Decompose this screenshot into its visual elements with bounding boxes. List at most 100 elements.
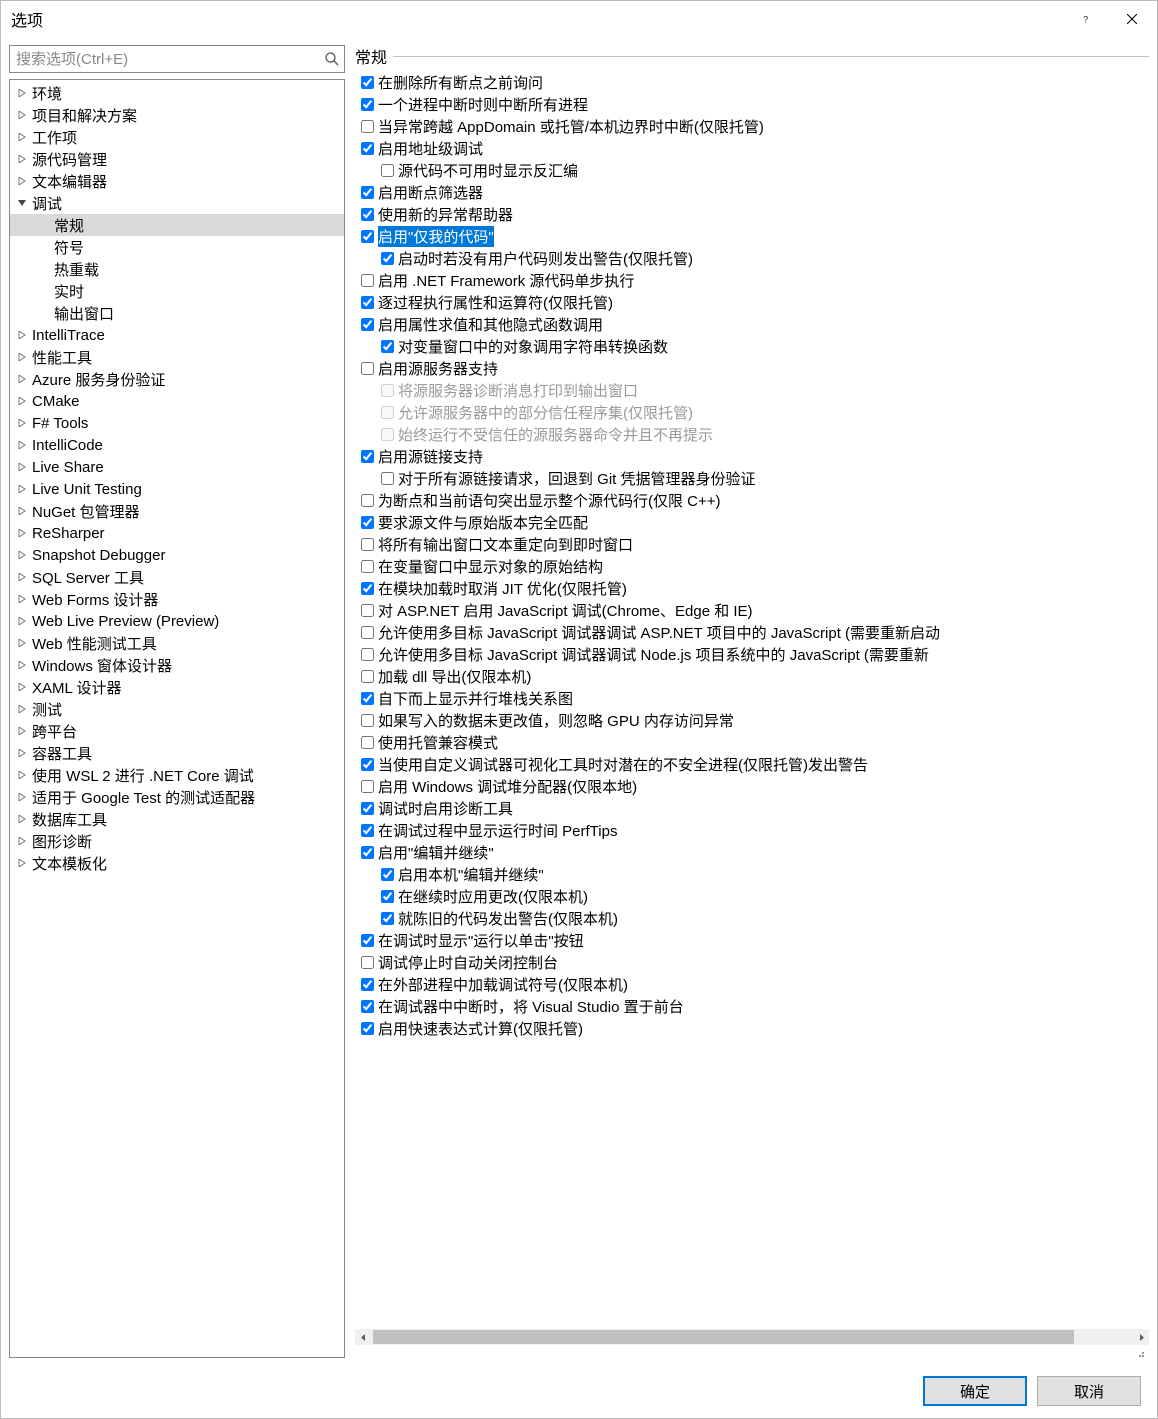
close-button[interactable]	[1109, 4, 1155, 34]
tree-item[interactable]: 工作项	[10, 126, 344, 148]
option-checkbox[interactable]	[361, 208, 374, 221]
option-checkbox[interactable]	[361, 802, 374, 815]
option-checkbox[interactable]	[361, 626, 374, 639]
option-checkbox[interactable]	[361, 582, 374, 595]
chevron-right-icon[interactable]	[16, 703, 28, 715]
option-checkbox[interactable]	[381, 340, 394, 353]
option-checkbox[interactable]	[361, 1000, 374, 1013]
tree-item[interactable]: Web Forms 设计器	[10, 588, 344, 610]
chevron-right-icon[interactable]	[16, 131, 28, 143]
search-input[interactable]	[16, 51, 324, 68]
option-checkbox[interactable]	[361, 560, 374, 573]
option-checkbox[interactable]	[361, 670, 374, 683]
chevron-right-icon[interactable]	[16, 571, 28, 583]
chevron-right-icon[interactable]	[16, 461, 28, 473]
help-button[interactable]: ?	[1063, 4, 1109, 34]
tree-item[interactable]: Azure 服务身份验证	[10, 368, 344, 390]
tree-item[interactable]: 环境	[10, 82, 344, 104]
chevron-right-icon[interactable]	[16, 527, 28, 539]
tree-item[interactable]: Web Live Preview (Preview)	[10, 610, 344, 632]
cancel-button[interactable]: 取消	[1037, 1376, 1141, 1406]
tree-item[interactable]: 文本编辑器	[10, 170, 344, 192]
option-checkbox[interactable]	[361, 516, 374, 529]
chevron-down-icon[interactable]	[16, 197, 28, 209]
option-checkbox[interactable]	[361, 318, 374, 331]
option-checkbox[interactable]	[361, 736, 374, 749]
chevron-right-icon[interactable]	[16, 857, 28, 869]
chevron-right-icon[interactable]	[16, 835, 28, 847]
option-checkbox[interactable]	[361, 846, 374, 859]
option-checkbox[interactable]	[361, 362, 374, 375]
option-checkbox[interactable]	[361, 120, 374, 133]
option-checkbox[interactable]	[381, 164, 394, 177]
tree-item[interactable]: 跨平台	[10, 720, 344, 742]
option-checkbox[interactable]	[361, 98, 374, 111]
chevron-right-icon[interactable]	[16, 483, 28, 495]
tree-item[interactable]: IntelliTrace	[10, 324, 344, 346]
option-checkbox[interactable]	[361, 956, 374, 969]
option-checkbox[interactable]	[361, 274, 374, 287]
chevron-right-icon[interactable]	[16, 87, 28, 99]
search-box[interactable]	[9, 45, 345, 73]
chevron-right-icon[interactable]	[16, 637, 28, 649]
chevron-right-icon[interactable]	[16, 395, 28, 407]
tree-item[interactable]: F# Tools	[10, 412, 344, 434]
chevron-right-icon[interactable]	[16, 681, 28, 693]
tree-item[interactable]: 项目和解决方案	[10, 104, 344, 126]
scroll-left-arrow[interactable]	[355, 1329, 371, 1345]
option-checkbox[interactable]	[361, 780, 374, 793]
tree-item[interactable]: Live Unit Testing	[10, 478, 344, 500]
tree-item[interactable]: SQL Server 工具	[10, 566, 344, 588]
option-checkbox[interactable]	[361, 648, 374, 661]
option-checkbox[interactable]	[361, 450, 374, 463]
tree-item[interactable]: 容器工具	[10, 742, 344, 764]
chevron-right-icon[interactable]	[16, 769, 28, 781]
tree-item[interactable]: 测试	[10, 698, 344, 720]
chevron-right-icon[interactable]	[16, 153, 28, 165]
chevron-right-icon[interactable]	[16, 813, 28, 825]
tree-item[interactable]: XAML 设计器	[10, 676, 344, 698]
option-checkbox[interactable]	[361, 934, 374, 947]
tree-item[interactable]: 输出窗口	[10, 302, 344, 324]
option-checkbox[interactable]	[381, 868, 394, 881]
option-checkbox[interactable]	[361, 978, 374, 991]
option-checkbox[interactable]	[361, 76, 374, 89]
option-checkbox[interactable]	[361, 758, 374, 771]
tree-item[interactable]: NuGet 包管理器	[10, 500, 344, 522]
tree-item[interactable]: 性能工具	[10, 346, 344, 368]
chevron-right-icon[interactable]	[16, 747, 28, 759]
tree-item[interactable]: 使用 WSL 2 进行 .NET Core 调试	[10, 764, 344, 786]
chevron-right-icon[interactable]	[16, 439, 28, 451]
category-tree[interactable]: 环境项目和解决方案工作项源代码管理文本编辑器调试常规符号热重载实时输出窗口Int…	[9, 79, 345, 1358]
option-checkbox[interactable]	[381, 912, 394, 925]
tree-item[interactable]: 数据库工具	[10, 808, 344, 830]
tree-item[interactable]: IntelliCode	[10, 434, 344, 456]
option-checkbox[interactable]	[361, 186, 374, 199]
tree-item[interactable]: 适用于 Google Test 的测试适配器	[10, 786, 344, 808]
chevron-right-icon[interactable]	[16, 659, 28, 671]
option-checkbox[interactable]	[361, 538, 374, 551]
option-checkbox[interactable]	[361, 494, 374, 507]
option-checkbox[interactable]	[361, 230, 374, 243]
tree-item[interactable]: 实时	[10, 280, 344, 302]
chevron-right-icon[interactable]	[16, 615, 28, 627]
option-checkbox[interactable]	[381, 252, 394, 265]
chevron-right-icon[interactable]	[16, 417, 28, 429]
option-checkbox[interactable]	[361, 714, 374, 727]
chevron-right-icon[interactable]	[16, 351, 28, 363]
tree-item[interactable]: 图形诊断	[10, 830, 344, 852]
chevron-right-icon[interactable]	[16, 329, 28, 341]
option-checkbox[interactable]	[361, 604, 374, 617]
tree-item[interactable]: CMake	[10, 390, 344, 412]
scroll-thumb[interactable]	[373, 1330, 1074, 1344]
chevron-right-icon[interactable]	[16, 593, 28, 605]
tree-item[interactable]: 符号	[10, 236, 344, 258]
chevron-right-icon[interactable]	[16, 175, 28, 187]
resize-grip[interactable]	[355, 1346, 1149, 1358]
chevron-right-icon[interactable]	[16, 549, 28, 561]
tree-item[interactable]: Live Share	[10, 456, 344, 478]
chevron-right-icon[interactable]	[16, 373, 28, 385]
ok-button[interactable]: 确定	[923, 1376, 1027, 1406]
tree-item[interactable]: 源代码管理	[10, 148, 344, 170]
tree-item[interactable]: 热重载	[10, 258, 344, 280]
